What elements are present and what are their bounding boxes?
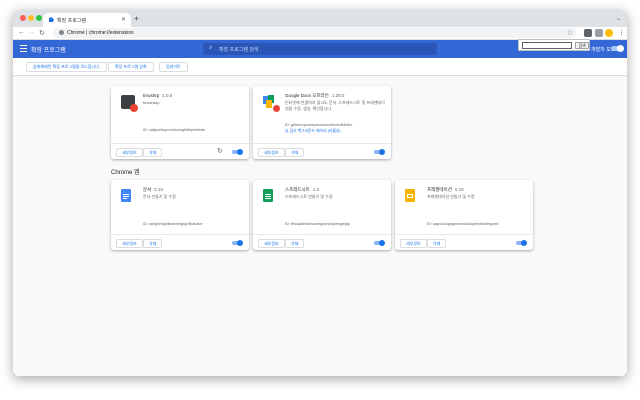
details-button[interactable]: 세부정보 — [258, 148, 285, 157]
close-window-dot[interactable] — [20, 15, 26, 21]
extension-id: ID: oafgoefkcpmnhcomgfidblpiefeldie — [143, 128, 206, 132]
error-badge-icon — [130, 104, 138, 112]
page-title: 확장 프로그램 — [31, 48, 66, 54]
extension-id: ID: ghbmnnjooekpmoecnnnilnnbdlolhkhi — [285, 123, 353, 127]
enable-toggle[interactable] — [374, 149, 385, 155]
details-button[interactable]: 세부정보 — [258, 239, 285, 248]
card-footer: 세부정보 삭제 — [111, 234, 249, 250]
load-unpacked-button[interactable]: 압축해제된 확장 프로그램을 로드합니다. — [26, 62, 108, 72]
tab-strip: 확장 프로그램 ✕ + ⌄ — [13, 10, 627, 27]
puzzle-menu-icon[interactable] — [595, 29, 603, 37]
extension-icon[interactable] — [584, 29, 592, 37]
app-description: 문서 만들기 및 수정 — [143, 194, 176, 199]
extension-card-docs-offline: Google Docs 오프라인 1.29.0 인터넷에 연결하지 않고도 문서,… — [253, 86, 391, 159]
reload-extension-icon[interactable]: ↻ — [217, 147, 223, 155]
enable-toggle[interactable] — [232, 149, 243, 155]
docs-icon — [121, 189, 135, 203]
find-input[interactable] — [522, 42, 572, 49]
reload-icon[interactable]: ↻ — [39, 29, 45, 37]
slides-icon — [405, 189, 419, 203]
app-id: ID: aohghmighlieanneiglcjnfllolkabe — [143, 222, 203, 226]
extension-description: tmcsharp — [143, 100, 160, 105]
docs-offline-icon — [263, 95, 280, 112]
app-card-slides: 프레젠테이션 0.10 프레젠테이션 만들기 및 수정 ID: aapocclcg… — [395, 180, 533, 250]
kebab-menu-icon[interactable]: ⋮ — [618, 29, 625, 37]
search-icon: ⌕ — [209, 45, 213, 51]
update-button[interactable]: 업데이트 — [159, 62, 188, 72]
bookmark-star-icon[interactable]: ☆ — [567, 29, 573, 37]
profile-avatar[interactable] — [605, 29, 613, 37]
find-bar: 검색 — [518, 39, 590, 51]
card-footer: 세부정보 삭제 ↻ — [111, 143, 249, 159]
enable-toggle[interactable] — [516, 240, 527, 246]
url-text: Chrome | chrome://extensions — [67, 30, 134, 36]
app-card-docs: 문서 0.10 문서 만들기 및 수정 ID: aohghmighlieannei… — [111, 180, 249, 250]
search-input[interactable]: ⌕ 확장 프로그램 검색 — [203, 43, 437, 55]
minimize-window-dot[interactable] — [28, 15, 34, 21]
app-name: 스프레드시트 1.2 — [285, 187, 320, 192]
enable-toggle[interactable] — [232, 240, 243, 246]
puzzle-icon — [49, 17, 54, 22]
tab-search-icon[interactable]: ⌄ — [616, 15, 621, 22]
details-button[interactable]: 세부정보 — [400, 239, 427, 248]
extension-name: Google Docs 오프라인 1.29.0 — [285, 93, 345, 98]
extension-icon-tmoshrp — [121, 95, 138, 112]
new-tab-icon[interactable]: + — [134, 14, 139, 23]
extension-description: 인터넷에 연결하지 않고도 문서, 스프레드시트 및 프레젠테이션을 수정, 생… — [285, 100, 385, 111]
chrome-icon — [59, 30, 64, 35]
card-footer: 세부정보 삭제 — [253, 143, 391, 159]
tab-extensions[interactable]: 확장 프로그램 ✕ — [43, 13, 131, 27]
chrome-apps-heading: Chrome 앱 — [111, 170, 140, 176]
card-footer: 세부정보 삭제 — [253, 234, 391, 250]
browser-window: 확장 프로그램 ✕ + ⌄ ← → ↻ Chrome | chrome://ex… — [13, 10, 627, 376]
extension-card-tmoshrp: tmoshrp 1.0.0 tmcsharp ID: oafgoefkcpmnhc… — [111, 86, 249, 159]
find-button[interactable]: 검색 — [575, 42, 589, 49]
app-name: 프레젠테이션 0.10 — [427, 187, 464, 192]
zoom-window-dot[interactable] — [36, 15, 42, 21]
remove-button[interactable]: 삭제 — [143, 239, 163, 248]
address-bar[interactable]: Chrome | chrome://extensions ☆ — [53, 28, 577, 38]
details-button[interactable]: 세부정보 — [116, 239, 143, 248]
app-description: 프레젠테이션 만들기 및 수정 — [427, 194, 475, 199]
app-name: 문서 0.10 — [143, 187, 164, 192]
sheets-icon — [263, 189, 277, 203]
menu-icon[interactable] — [20, 45, 27, 54]
app-card-sheets: 스프레드시트 1.2 스프레드시트 만들기 및 수정 ID: felcaaldnb… — [253, 180, 391, 250]
pack-extension-button[interactable]: 확장 프로그램 압축 — [108, 62, 154, 72]
card-footer: 세부정보 삭제 — [395, 234, 533, 250]
app-id: ID: felcaaldnbdncclmgdcncolpebgiejap — [285, 222, 350, 226]
inspect-views-link[interactable]: 뷰 검사 백그라운드 페이지 (비활성) — [285, 129, 341, 134]
app-id: ID: aapocclcgogkmnckokdopfmhonfmgoek — [427, 222, 499, 226]
remove-button[interactable]: 삭제 — [143, 148, 163, 157]
enable-toggle[interactable] — [374, 240, 385, 246]
search-placeholder: 확장 프로그램 검색 — [219, 47, 259, 53]
forward-icon[interactable]: → — [28, 29, 35, 36]
extension-name: tmoshrp 1.0.0 — [143, 93, 173, 98]
back-icon[interactable]: ← — [18, 29, 25, 36]
close-tab-icon[interactable]: ✕ — [121, 16, 126, 23]
remove-button[interactable]: 삭제 — [427, 239, 447, 248]
dev-actions-bar: 압축해제된 확장 프로그램을 로드합니다. 확장 프로그램 압축 업데이트 — [13, 58, 627, 76]
remove-button[interactable]: 삭제 — [285, 148, 305, 157]
tab-title: 확장 프로그램 — [57, 18, 86, 24]
remove-button[interactable]: 삭제 — [285, 239, 305, 248]
app-description: 스프레드시트 만들기 및 수정 — [285, 194, 333, 199]
details-button[interactable]: 세부정보 — [116, 148, 143, 157]
dev-mode-toggle[interactable] — [611, 45, 624, 52]
